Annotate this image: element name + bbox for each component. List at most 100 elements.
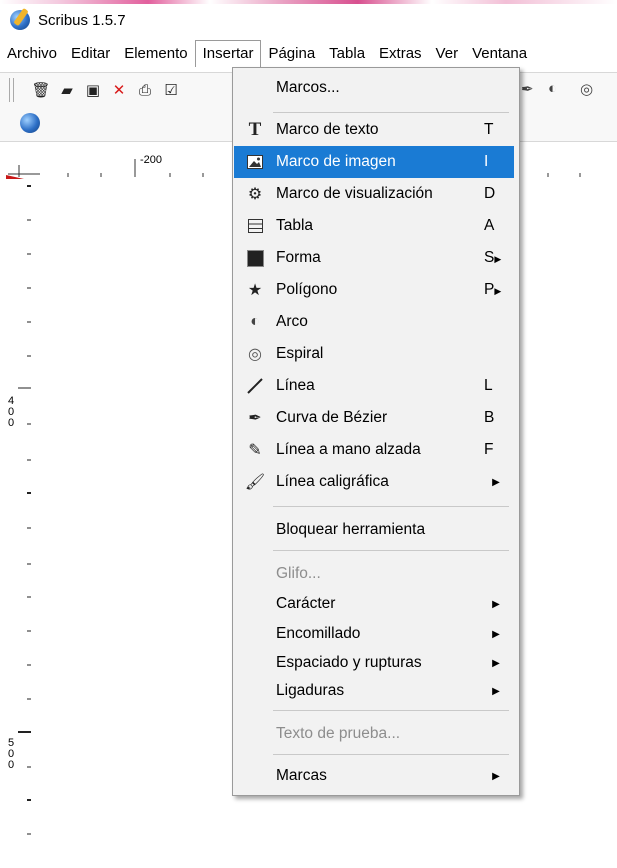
preflight-check-icon[interactable]: ☑: [158, 78, 184, 102]
menu-tabla[interactable]: Tabla: [322, 40, 372, 67]
menu-item-shortcut: B: [484, 409, 495, 426]
title-bar: Scribus 1.5.7: [0, 4, 617, 36]
menu-ventana[interactable]: Ventana: [465, 40, 534, 67]
submenu-arrow-icon: ▶: [492, 685, 500, 697]
menu-separator: [273, 550, 509, 551]
ruler-label-h: -200: [140, 154, 163, 166]
bezier-tool-icon[interactable]: ✒: [521, 80, 534, 98]
menu-separator: [273, 754, 509, 755]
menu-item-espiral[interactable]: ◎ Espiral: [234, 338, 514, 370]
menu-item-ligaduras[interactable]: Ligaduras ▶: [234, 675, 514, 707]
trash-icon[interactable]: 🗑: [28, 78, 54, 102]
menu-item-label: Marco de imagen: [276, 153, 396, 170]
menu-separator: [273, 112, 509, 113]
close-doc-icon[interactable]: ✕: [106, 78, 132, 102]
vertical-ruler: 4 0 0 5 0 0: [0, 180, 44, 864]
menu-item-arco[interactable]: ◐ Arco: [234, 306, 514, 338]
shape-icon: [242, 249, 268, 267]
menu-item-encomillado[interactable]: Encomillado ▶: [234, 618, 514, 650]
text-frame-icon: T: [248, 119, 262, 140]
menu-elemento[interactable]: Elemento: [117, 40, 194, 67]
menu-item-shortcut: T: [484, 121, 494, 138]
menu-item-label: Glifo...: [276, 565, 321, 582]
menu-bar: Archivo Editar Elemento Insertar Página …: [0, 40, 617, 67]
menu-item-label: Marcos...: [276, 79, 340, 96]
menu-item-glifo: Glifo...: [234, 558, 514, 590]
menu-archivo[interactable]: Archivo: [0, 40, 64, 67]
menu-item-caracter[interactable]: Carácter ▶: [234, 588, 514, 620]
ruler-label-v-400: 4 0 0: [8, 395, 15, 429]
menu-item-shortcut: F: [484, 441, 494, 458]
menu-item-linea-caligrafica[interactable]: 🖌 Línea caligráfica ▶: [234, 466, 514, 498]
menu-item-marcas[interactable]: Marcas ▶: [234, 760, 514, 792]
submenu-arrow-icon: ▶: [492, 628, 500, 640]
toolbar-grip[interactable]: [9, 78, 14, 102]
menu-item-tabla[interactable]: Tabla A: [234, 210, 514, 242]
menu-item-shortcut: L: [484, 377, 493, 394]
ruler-label-v-500: 5 0 0: [8, 737, 15, 771]
menu-item-label: Polígono: [276, 281, 338, 298]
menu-item-label: Forma: [276, 249, 321, 266]
menu-item-marcos[interactable]: Marcos...: [234, 72, 514, 104]
arc-icon: ◐: [250, 313, 260, 330]
render-frame-icon: ⚙: [247, 186, 263, 203]
menu-item-shortcut: I: [484, 153, 489, 170]
save-icon[interactable]: ▣: [80, 78, 106, 102]
menu-item-bloquear-herramienta[interactable]: Bloquear herramienta: [234, 514, 514, 546]
menu-item-label: Marcas: [276, 767, 327, 784]
menu-item-texto-de-prueba: Texto de prueba...: [234, 718, 514, 750]
menu-item-label: Curva de Bézier: [276, 409, 388, 426]
menu-insertar[interactable]: Insertar: [194, 40, 262, 67]
menu-item-label: Arco: [276, 313, 308, 330]
image-frame-icon: [242, 155, 268, 169]
arc-tool-icon[interactable]: ◐: [548, 80, 557, 97]
submenu-arrow-icon: ▶: [492, 770, 500, 782]
insert-menu-dropdown: Marcos... T Marco de texto T Marco de im…: [232, 67, 520, 796]
menu-editar[interactable]: Editar: [64, 40, 117, 67]
menu-item-shortcut: S▶: [484, 249, 502, 266]
line-icon: [242, 378, 268, 394]
menu-item-linea-a-mano-alzada[interactable]: ✎ Línea a mano alzada F: [234, 434, 514, 466]
menu-item-label: Espaciado y rupturas: [276, 654, 422, 671]
menu-item-label: Texto de prueba...: [276, 725, 401, 742]
polygon-icon: ★: [247, 282, 263, 299]
bezier-icon: ✒: [248, 410, 262, 427]
menu-item-label: Tabla: [276, 217, 314, 234]
submenu-arrow-icon: ▶: [492, 657, 500, 669]
menu-item-shortcut: A: [484, 217, 495, 234]
menu-item-forma[interactable]: Forma S▶: [234, 242, 514, 274]
menu-item-linea[interactable]: Línea L: [234, 370, 514, 402]
menu-item-label: Espiral: [276, 345, 324, 362]
menu-item-label: Ligaduras: [276, 682, 345, 699]
menu-item-label: Marco de texto: [276, 121, 379, 138]
menu-item-marco-de-visualizacion[interactable]: ⚙ Marco de visualización D: [234, 178, 514, 210]
menu-item-label: Línea a mano alzada: [276, 441, 421, 458]
table-icon: [242, 219, 268, 233]
spiral-icon: ◎: [248, 346, 262, 363]
menu-item-poligono[interactable]: ★ Polígono P▶: [234, 274, 514, 306]
menu-item-shortcut: P▶: [484, 281, 502, 298]
ruler-ticks-vertical: [18, 185, 31, 835]
menu-item-label: Línea: [276, 377, 315, 394]
window-title: Scribus 1.5.7: [38, 11, 126, 29]
menu-item-shortcut: D: [484, 185, 496, 202]
menu-separator: [273, 506, 509, 507]
menu-item-marco-de-imagen[interactable]: Marco de imagen I: [234, 146, 514, 178]
spiral-tool-icon[interactable]: ◎: [580, 80, 593, 98]
menu-item-label: Encomillado: [276, 625, 361, 642]
menu-item-label: Línea caligráfica: [276, 473, 389, 490]
print-icon[interactable]: ⎙: [132, 78, 158, 102]
scribus-logo-icon: [10, 10, 30, 30]
freehand-icon: ✎: [248, 442, 262, 459]
scribus-script-icon[interactable]: [20, 113, 40, 133]
submenu-arrow-icon: ▶: [492, 598, 500, 610]
calligraphic-icon: 🖌: [244, 474, 266, 491]
menu-item-marco-de-texto[interactable]: T Marco de texto T: [234, 114, 514, 146]
menu-ver[interactable]: Ver: [429, 40, 466, 67]
menu-extras[interactable]: Extras: [372, 40, 429, 67]
menu-item-curva-de-bezier[interactable]: ✒ Curva de Bézier B: [234, 402, 514, 434]
menu-pagina[interactable]: Página: [261, 40, 322, 67]
menu-item-label: Bloquear herramienta: [276, 521, 426, 538]
menu-item-label: Carácter: [276, 595, 336, 612]
open-folder-icon[interactable]: ▰: [54, 78, 80, 102]
